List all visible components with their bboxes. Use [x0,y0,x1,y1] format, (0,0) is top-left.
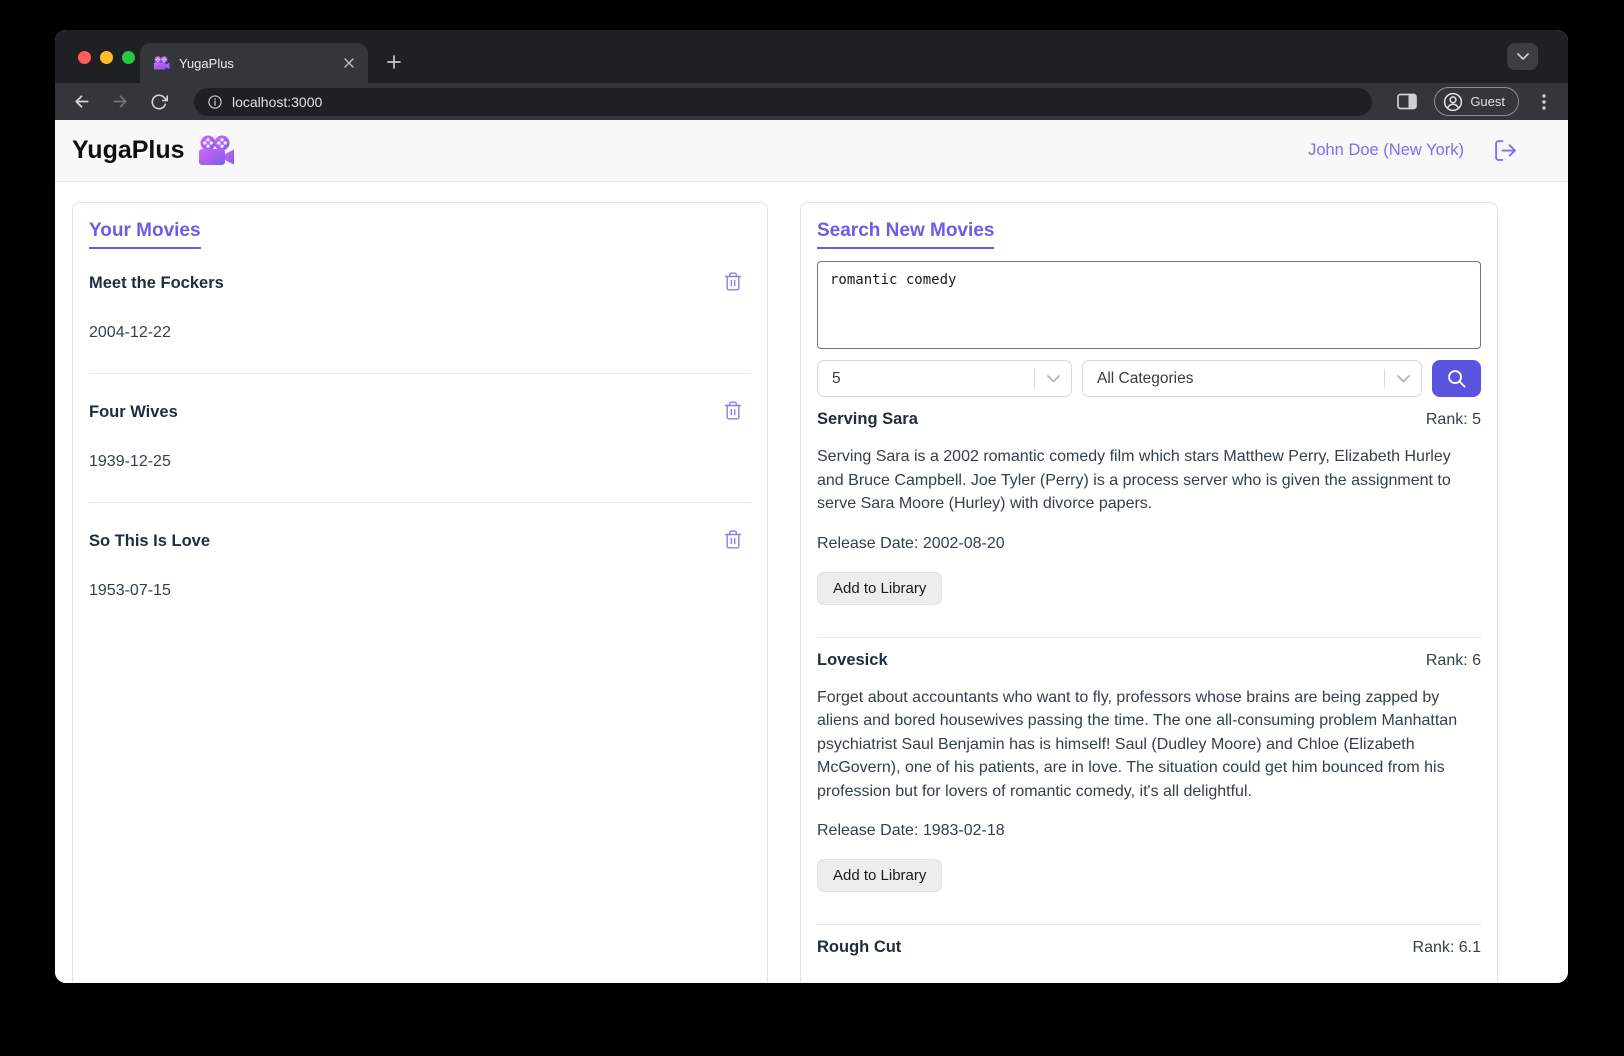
library-movie-row: Four Wives [89,400,751,425]
url-text: localhost:3000 [232,93,323,110]
library-movie-row: So This Is Love [89,529,751,554]
your-movies-panel: Your Movies Meet the Fockers 2004-12-22 … [72,202,768,983]
result-limit-select[interactable]: 5 [817,360,1072,397]
movie-title: Four Wives [89,403,178,421]
movie-release-date: 2004-12-22 [89,324,171,341]
movie-release-date: 1939-12-25 [89,453,171,470]
result-release-date: Release Date: 2002-08-20 [817,534,1005,552]
app-title: YugaPlus [72,136,185,164]
delete-movie-button[interactable] [723,271,743,292]
result-rank: Rank: 5 [1425,411,1481,428]
profile-button[interactable]: Guest [1434,87,1519,116]
chevron-down-icon [1035,374,1071,383]
result-rank: Rank: 6 [1425,651,1481,669]
movie-title: So This Is Love [89,532,211,550]
browser-window: YugaPlus localhost:3000 Guest YugaPlus J… [55,30,1568,983]
tab-search-chevron-button[interactable] [1507,43,1538,70]
delete-movie-button[interactable] [723,400,743,421]
main-content: Your Movies Meet the Fockers 2004-12-22 … [55,182,1568,983]
divider [89,502,751,503]
result-description: Serving Sara is a 2002 romantic comedy f… [817,448,1451,512]
trash-icon [724,530,742,549]
search-panel: Search New Movies romantic comedy 5 All … [800,202,1498,983]
app-header: YugaPlus John Doe (New York) [55,120,1568,182]
category-select[interactable]: All Categories [1082,360,1422,397]
window-controls [78,51,135,64]
trash-icon [724,272,742,291]
logout-icon [1493,138,1518,163]
logged-in-user-label: John Doe (New York) [1308,141,1464,159]
close-window-button[interactable] [78,51,91,64]
back-icon[interactable] [69,90,93,114]
new-tab-button[interactable] [380,48,408,76]
result-title: Lovesick [817,650,888,669]
result-limit-value: 5 [832,369,841,387]
result-description: Forget about accountants who want to fly… [817,688,1458,800]
search-heading: Search New Movies [817,219,995,249]
zoom-window-button[interactable] [122,51,135,64]
trash-icon [724,401,742,420]
side-panel-icon[interactable] [1395,90,1419,114]
add-to-library-button[interactable]: Add to Library [817,571,943,605]
browser-toolbar: localhost:3000 Guest [55,83,1568,120]
result-release-date: Release Date: 1983-02-18 [817,822,1005,839]
browser-tab[interactable]: YugaPlus [140,43,368,83]
movie-camera-icon [197,135,235,166]
search-controls: 5 All Categories [817,360,1481,397]
movie-title: Meet the Fockers [89,274,224,292]
library-movie-row: Meet the Fockers [89,271,751,296]
minimize-window-button[interactable] [100,51,113,64]
tab-title: YugaPlus [179,55,234,71]
search-button[interactable] [1432,360,1481,397]
tab-close-icon[interactable] [340,54,358,72]
avatar-icon [1443,92,1463,112]
divider [89,373,751,374]
search-query-input[interactable]: romantic comedy [817,261,1481,349]
delete-movie-button[interactable] [723,529,743,550]
tab-favicon-movie-camera-icon [153,56,170,70]
refresh-icon[interactable] [147,90,171,114]
chevron-down-icon [1385,374,1421,383]
result-title: Serving Sara [817,410,918,428]
search-result: Rough Cut Rank: 6.1 [817,935,1481,960]
category-value: All Categories [1097,369,1194,387]
divider [817,924,1481,925]
search-result: Serving Sara Rank: 5 Serving Sara is a 2… [817,407,1481,638]
tab-strip: YugaPlus [55,30,1568,83]
result-title: Rough Cut [817,938,902,956]
add-to-library-button[interactable]: Add to Library [817,859,943,892]
site-info-icon[interactable] [207,94,223,110]
movie-release-date: 1953-07-15 [89,582,171,599]
forward-icon[interactable] [108,90,132,114]
profile-label: Guest [1470,94,1505,109]
your-movies-heading: Your Movies [89,219,201,249]
search-icon [1448,370,1466,388]
address-bar[interactable]: localhost:3000 [194,87,1373,116]
search-result: Lovesick Rank: 6 Forget about accountant… [817,648,1481,925]
divider [817,636,1481,638]
browser-menu-icon[interactable] [1534,90,1554,114]
result-rank: Rank: 6.1 [1412,939,1481,956]
logout-button[interactable] [1493,138,1518,163]
